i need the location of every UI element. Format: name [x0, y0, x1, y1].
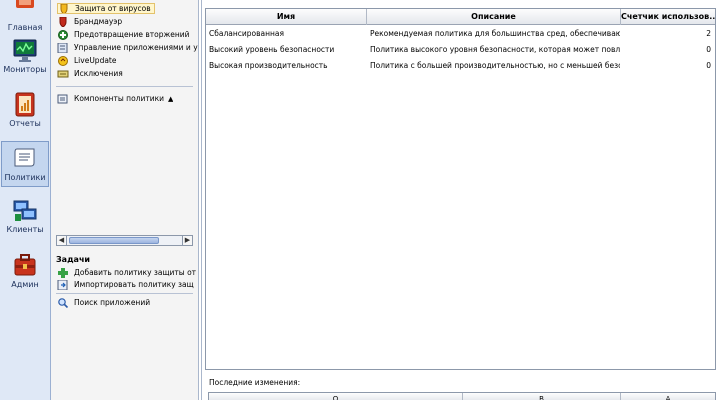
- policy-grid: Имя Описание Счетчик использов... Сбалан…: [205, 8, 716, 370]
- nav-home[interactable]: Главная: [1, 0, 49, 32]
- task-find-apps[interactable]: Поиск приложений: [57, 297, 150, 308]
- grid-header: Имя Описание Счетчик использов...: [206, 9, 715, 25]
- scroll-right-arrow-icon[interactable]: ▶: [182, 236, 192, 245]
- tasks-separator: [56, 293, 193, 294]
- recent-column-3[interactable]: А: [621, 393, 715, 400]
- admin-icon: [12, 253, 38, 279]
- horizontal-scrollbar[interactable]: ◀ ▶: [56, 235, 193, 246]
- tree-item-label: Защита от вирусов: [75, 4, 151, 13]
- policy-panel: Защита от вирусов Брандмауэр Предотвраще…: [51, 0, 199, 400]
- nav-reports-label: Отчеты: [9, 119, 41, 128]
- tree-item-intrusion[interactable]: Предотвращение вторжений: [57, 29, 190, 40]
- nav-admin-label: Админ: [11, 280, 39, 289]
- import-icon: [57, 279, 69, 290]
- table-row[interactable]: Высокий уровень безопасности Политика вы…: [206, 42, 715, 58]
- liveupdate-icon: [57, 55, 69, 66]
- cell-name: Высокий уровень безопасности: [209, 45, 335, 54]
- task-import-policy[interactable]: Импортировать политику защ: [57, 279, 194, 290]
- tree-item-label: Брандмауэр: [74, 17, 123, 26]
- clients-icon: [12, 198, 38, 224]
- nav-policies-label: Политики: [4, 173, 46, 182]
- tree-item-label: Предотвращение вторжений: [74, 30, 190, 39]
- main-navigation: Главная Мониторы Отчеты Политики Клиенты…: [0, 0, 51, 400]
- policy-components-label: Компоненты политики: [74, 94, 164, 103]
- firewall-icon: [57, 16, 69, 27]
- nav-policies[interactable]: Политики: [1, 141, 49, 187]
- table-row[interactable]: Сбалансированная Рекомендуемая политика …: [206, 26, 715, 42]
- reports-icon: [12, 92, 38, 118]
- nav-monitors[interactable]: Мониторы: [1, 38, 49, 78]
- intrusion-icon: [57, 29, 69, 40]
- cell-count: 0: [706, 61, 711, 70]
- nav-monitors-label: Мониторы: [3, 65, 47, 74]
- cell-description: Политика с большей производительностью, …: [370, 61, 620, 70]
- app-control-icon: [57, 42, 69, 53]
- task-label: Добавить политику защиты от: [74, 268, 197, 277]
- policy-content: Имя Описание Счетчик использов... Сбалан…: [201, 0, 719, 400]
- cell-description: Политика высокого уровня безопасности, к…: [370, 45, 620, 54]
- recent-changes-label: Последние изменения:: [209, 378, 301, 387]
- tree-item-app-control[interactable]: Управление приложениями и у: [57, 42, 198, 53]
- tree-item-antivirus[interactable]: Защита от вирусов: [57, 3, 155, 14]
- cell-count: 2: [706, 29, 711, 38]
- cell-name: Сбалансированная: [209, 29, 285, 38]
- home-icon: [12, 0, 38, 22]
- recent-changes-grid: О В А: [208, 392, 716, 400]
- tree-item-label: Исключения: [74, 69, 123, 78]
- nav-home-label: Главная: [7, 23, 43, 32]
- components-icon: [57, 94, 69, 104]
- exceptions-icon: [57, 69, 69, 79]
- monitor-icon: [12, 38, 38, 64]
- column-header-description[interactable]: Описание: [367, 9, 621, 25]
- column-header-name[interactable]: Имя: [206, 9, 367, 25]
- tree-item-label: LiveUpdate: [74, 56, 117, 65]
- column-header-usage-count[interactable]: Счетчик использов...: [621, 9, 715, 25]
- cell-description: Рекомендуемая политика для большинства с…: [370, 29, 620, 38]
- task-label: Импортировать политику защ: [74, 280, 194, 289]
- cell-name: Высокая производительность: [209, 61, 328, 70]
- nav-clients-label: Клиенты: [6, 225, 44, 234]
- nav-reports[interactable]: Отчеты: [1, 92, 49, 132]
- cell-count: 0: [706, 45, 711, 54]
- recent-column-1[interactable]: О: [209, 393, 463, 400]
- policy-components-toggle[interactable]: Компоненты политики ▲: [57, 93, 173, 104]
- scroll-left-arrow-icon[interactable]: ◀: [57, 236, 67, 245]
- shield-icon: [58, 4, 70, 13]
- search-icon: [57, 297, 69, 308]
- tasks-heading: Задачи: [56, 255, 91, 264]
- task-label: Поиск приложений: [74, 298, 151, 307]
- collapse-arrow-icon: ▲: [167, 94, 174, 103]
- task-add-policy[interactable]: Добавить политику защиты от: [57, 267, 196, 278]
- recent-column-2[interactable]: В: [463, 393, 621, 400]
- add-icon: [57, 267, 69, 278]
- tree-separator: [56, 86, 193, 87]
- tree-item-exceptions[interactable]: Исключения: [57, 68, 123, 79]
- policies-icon: [12, 146, 38, 172]
- tree-item-firewall[interactable]: Брандмауэр: [57, 16, 122, 27]
- tree-item-label: Управление приложениями и у: [74, 43, 198, 52]
- nav-admin[interactable]: Админ: [1, 253, 49, 293]
- scrollbar-thumb[interactable]: [69, 237, 159, 244]
- tree-item-liveupdate[interactable]: LiveUpdate: [57, 55, 116, 66]
- nav-clients[interactable]: Клиенты: [1, 198, 49, 238]
- table-row[interactable]: Высокая производительность Политика с бо…: [206, 58, 715, 74]
